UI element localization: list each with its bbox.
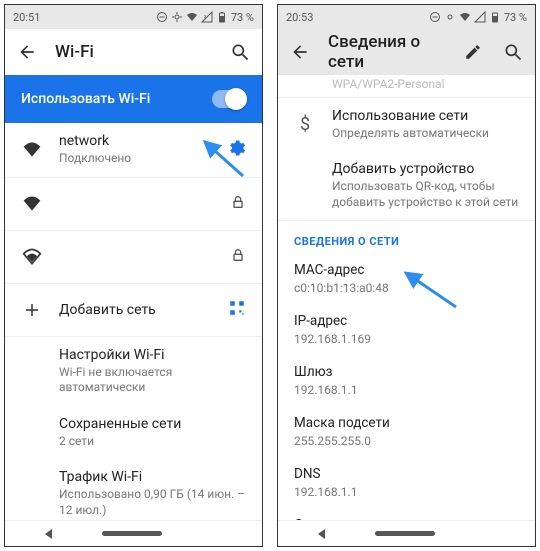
lock-icon [230, 247, 246, 267]
wifi-switch[interactable] [212, 90, 246, 108]
status-time: 20:51 [13, 11, 40, 24]
signal-icon: x [201, 11, 213, 23]
pencil-icon [464, 43, 482, 61]
wifi-traffic-title: Трафик Wi-Fi [59, 469, 246, 485]
ip-value: 192.168.1.169 [294, 332, 519, 346]
do-not-disturb-icon [429, 11, 441, 23]
dns-value: 192.168.1.1 [294, 485, 519, 499]
dollar-icon: $ [294, 114, 316, 135]
app-bar: Сведения о сети [278, 29, 535, 75]
network-ssid: network [59, 133, 210, 149]
do-not-disturb-icon [156, 11, 168, 23]
wifi-settings-title: Настройки Wi-Fi [59, 347, 246, 363]
gear-icon [226, 138, 246, 158]
wifi-list: network Подключено [5, 123, 262, 520]
speed-row: Скорость передачи данных 72 Мбит/с [278, 509, 535, 520]
search-button[interactable] [228, 40, 252, 64]
wifi-traffic-row[interactable]: Трафик Wi-Fi Использовано 0,90 ГБ (14 ию… [5, 459, 262, 520]
status-bar: 20:51 x 73 % [5, 5, 262, 29]
add-network-label: Добавить сеть [59, 302, 212, 318]
battery-icon [216, 11, 228, 23]
ip-label: IP-адрес [294, 313, 519, 329]
gateway-value: 192.168.1.1 [294, 383, 519, 397]
mac-value: c0:10:b1:13:a0:48 [294, 281, 519, 295]
back-button[interactable] [288, 40, 312, 64]
signal-icon [474, 11, 486, 23]
status-bar: 20:53 73 % [278, 5, 535, 29]
search-icon [230, 42, 250, 62]
status-battery: 73 % [504, 11, 527, 24]
mask-value: 255.255.255.0 [294, 434, 519, 448]
network-settings-button[interactable] [226, 138, 246, 162]
location-icon [171, 11, 183, 23]
phone-left: 20:51 x 73 % Wi-Fi Использовать Wi-Fi [4, 4, 263, 547]
status-battery: 73 % [231, 11, 254, 24]
nav-home[interactable] [375, 531, 435, 536]
qr-scan-button[interactable] [228, 299, 246, 321]
usage-title: Использование сети [332, 108, 519, 124]
battery-icon [489, 11, 501, 23]
wifi-signal-icon [21, 140, 43, 160]
connected-network-row[interactable]: network Подключено [5, 123, 262, 177]
app-bar: Wi-Fi [5, 29, 262, 75]
status-time: 20:53 [286, 11, 313, 24]
wifi-settings-sub: Wi-Fi не включается автоматически [59, 365, 246, 396]
nav-home[interactable] [102, 531, 162, 536]
truncated-row: WPA/WPA2-Personal [278, 75, 535, 97]
nav-back[interactable] [318, 529, 325, 539]
status-icons: x 73 % [156, 11, 254, 24]
search-button[interactable] [501, 40, 525, 64]
lock-icon [230, 194, 246, 214]
mac-label: MAC-адрес [294, 262, 519, 278]
network-status: Подключено [59, 151, 210, 167]
dns-label: DNS [294, 466, 519, 482]
wifi-icon [459, 11, 471, 23]
page-title: Wi-Fi [55, 42, 212, 62]
wifi-signal-icon [21, 194, 43, 214]
locked-network-row[interactable] [5, 231, 262, 283]
mac-row: MAC-адрес c0:10:b1:13:a0:48 [278, 254, 535, 305]
edit-button[interactable] [461, 40, 485, 64]
mask-label: Маска подсети [294, 415, 519, 431]
gateway-row: Шлюз 192.168.1.1 [278, 356, 535, 407]
wifi-toggle-row[interactable]: Использовать Wi-Fi [5, 75, 262, 123]
wifi-toggle-label: Использовать Wi-Fi [21, 91, 150, 107]
nav-bar [278, 520, 535, 546]
page-title: Сведения о сети [328, 32, 445, 72]
ip-row: IP-адрес 192.168.1.169 [278, 305, 535, 356]
gateway-label: Шлюз [294, 364, 519, 380]
usage-sub: Определять автоматически [332, 126, 519, 142]
add-network-row[interactable]: Добавить сеть [5, 284, 262, 336]
phone-right: 20:53 73 % Сведения о сети [277, 4, 536, 547]
saved-networks-row[interactable]: Сохраненные сети 2 сети [5, 406, 262, 460]
locked-network-row[interactable] [5, 178, 262, 230]
mask-row: Маска подсети 255.255.255.0 [278, 407, 535, 458]
usage-row[interactable]: $ Использование сети Определять автомати… [278, 98, 535, 152]
location-icon [444, 11, 456, 23]
qr-icon [228, 299, 246, 317]
wifi-signal-icon [21, 247, 43, 267]
saved-networks-sub: 2 сети [59, 434, 246, 450]
nav-bar [5, 520, 262, 546]
plus-icon [21, 301, 43, 319]
wifi-settings-row[interactable]: Настройки Wi-Fi Wi-Fi не включается авто… [5, 337, 262, 406]
status-icons: 73 % [429, 11, 527, 24]
wifi-traffic-sub: Использовано 0,90 ГБ (14 июн. – 12 июл.) [59, 487, 246, 518]
arrow-back-icon [290, 42, 310, 62]
nav-back[interactable] [45, 529, 52, 539]
saved-networks-title: Сохраненные сети [59, 416, 246, 432]
arrow-back-icon [17, 42, 37, 62]
add-device-sub: Использовать QR-код, чтобы добавить устр… [332, 179, 519, 210]
section-header: СВЕДЕНИЯ О СЕТИ [278, 221, 535, 254]
add-device-title: Добавить устройство [332, 161, 519, 177]
wifi-icon [186, 11, 198, 23]
details-scroll[interactable]: WPA/WPA2-Personal $ Использование сети О… [278, 75, 535, 520]
back-button[interactable] [15, 40, 39, 64]
search-icon [503, 42, 523, 62]
add-device-row[interactable]: Добавить устройство Использовать QR-код,… [278, 151, 535, 220]
dns-row: DNS 192.168.1.1 [278, 458, 535, 509]
